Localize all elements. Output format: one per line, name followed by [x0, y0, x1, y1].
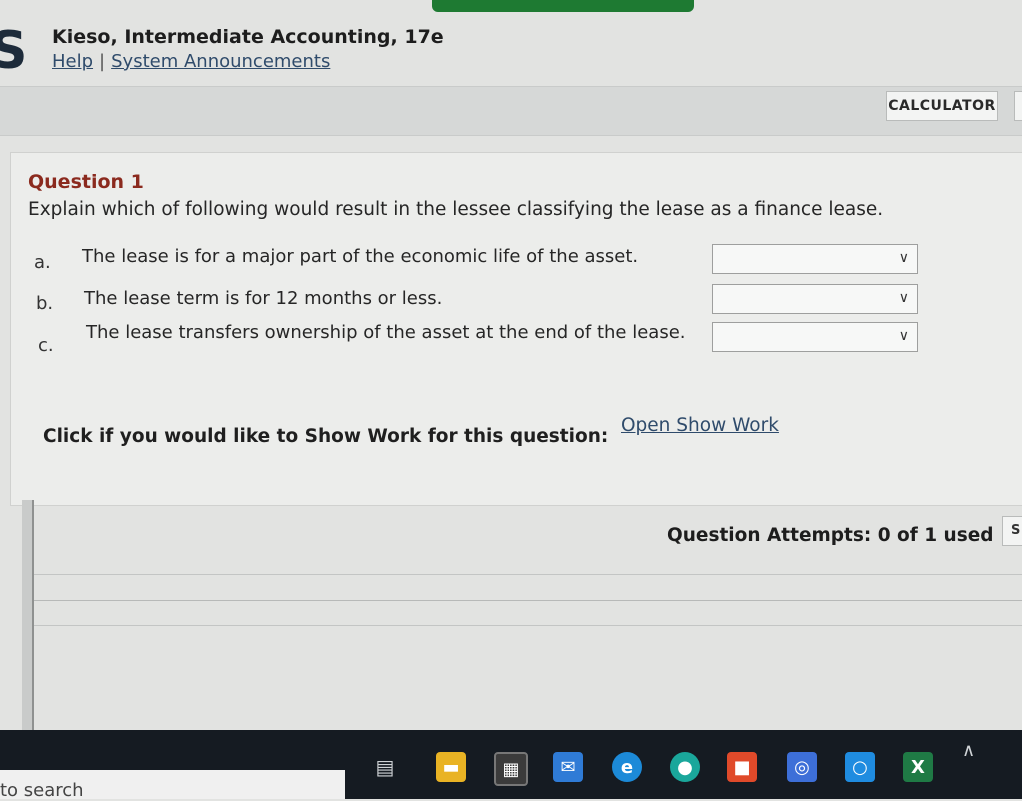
mail-icon[interactable]: ✉ — [553, 752, 583, 782]
link-separator: | — [99, 51, 106, 72]
toolbar-band — [0, 86, 1022, 136]
open-show-work-link[interactable]: Open Show Work — [621, 415, 779, 436]
office-icon[interactable]: ■ — [727, 752, 757, 782]
feedback-hub-icon[interactable]: ● — [670, 752, 700, 782]
cortana-icon[interactable]: ○ — [845, 752, 875, 782]
option-letter-b: b. — [36, 293, 54, 314]
chevron-up-icon[interactable]: ∧ — [962, 740, 975, 761]
chevron-down-icon: ∨ — [898, 250, 909, 266]
microsoft-store-icon[interactable]: ▦ — [494, 752, 528, 786]
question-prompt: Explain which of following would result … — [28, 199, 884, 220]
help-link[interactable]: Help — [52, 51, 93, 72]
option-text-c: The lease transfers ownership of the ass… — [86, 322, 686, 343]
option-text-b: The lease term is for 12 months or less. — [84, 288, 443, 309]
file-explorer-icon[interactable]: ▬ — [436, 752, 466, 782]
excel-icon[interactable]: X — [903, 752, 933, 782]
divider — [25, 600, 1022, 601]
edge-browser-icon[interactable]: e — [612, 752, 642, 782]
option-c-dropdown[interactable]: ∨ — [712, 322, 918, 352]
calculator-button[interactable]: CALCULATOR — [886, 91, 998, 121]
option-text-a: The lease is for a major part of the eco… — [82, 246, 639, 267]
chevron-down-icon: ∨ — [898, 290, 909, 306]
option-letter-c: c. — [38, 335, 54, 356]
top-green-bar — [432, 0, 694, 12]
taskbar-search-text: to search — [0, 780, 84, 801]
chrome-icon[interactable]: ◎ — [787, 752, 817, 782]
option-letter-a: a. — [34, 252, 51, 273]
option-b-dropdown[interactable]: ∨ — [712, 284, 918, 314]
wileyplus-logo: S — [0, 21, 28, 81]
question-attempts: Question Attempts: 0 of 1 used — [667, 525, 994, 546]
option-a-dropdown[interactable]: ∨ — [712, 244, 918, 274]
toolbar-button-partial[interactable] — [1014, 91, 1022, 121]
header-links: Help | System Announcements — [52, 51, 330, 72]
question-heading: Question 1 — [28, 171, 144, 193]
course-title: Kieso, Intermediate Accounting, 17e — [52, 26, 444, 48]
show-work-label: Click if you would like to Show Work for… — [43, 426, 609, 447]
system-announcements-link[interactable]: System Announcements — [111, 51, 330, 72]
chevron-down-icon: ∨ — [898, 328, 909, 344]
task-view-icon[interactable]: ▤ — [370, 752, 400, 782]
divider — [25, 574, 1022, 575]
divider — [25, 625, 1022, 626]
side-button-partial[interactable]: S — [1002, 516, 1022, 546]
